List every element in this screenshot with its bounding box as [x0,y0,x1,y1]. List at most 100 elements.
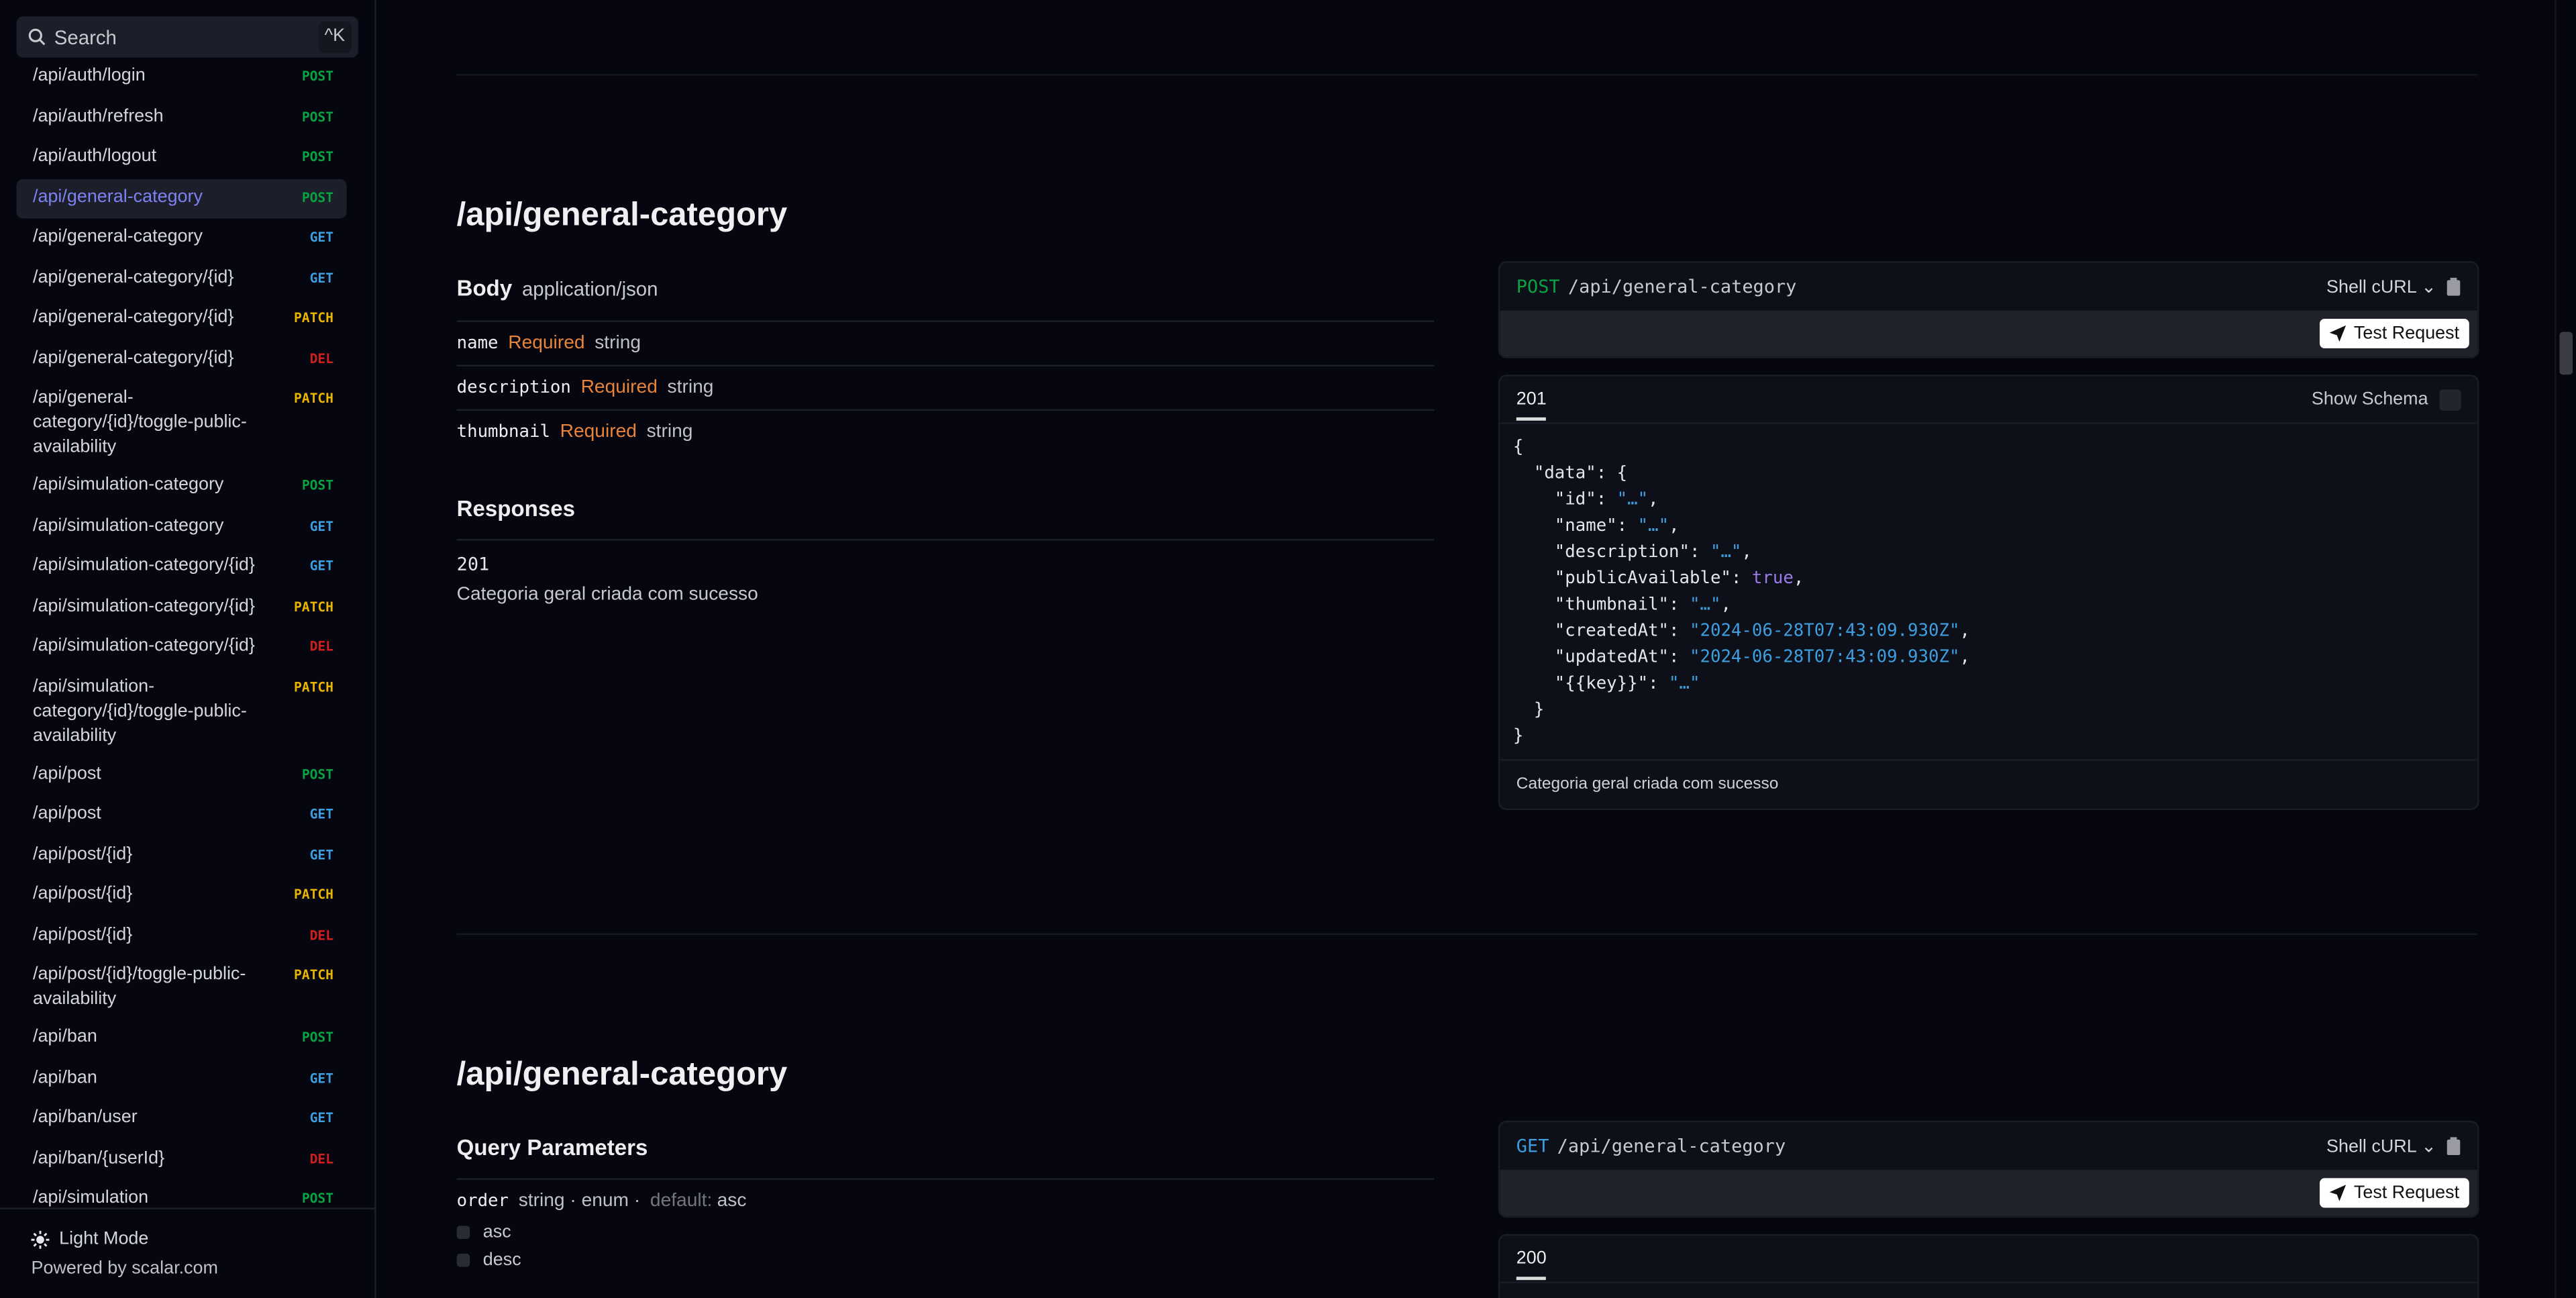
method-badge: DEL [309,350,334,366]
light-mode-label: Light Mode [59,1229,149,1249]
search-input[interactable]: Search ^K [16,16,358,58]
sidebar-item[interactable]: /api/simulation-category/{id} GET [16,547,346,587]
sidebar-item[interactable]: /api/ban POST [16,1019,346,1059]
sidebar-item[interactable]: /api/general-category/{id} PATCH [16,299,346,340]
method-badge: GET [309,1070,334,1086]
sidebar-item-path: /api/general-category/{id}/toggle-public… [32,387,247,457]
client-select[interactable]: Shell cURL ⌄ [2326,1136,2436,1157]
sidebar-item-path: /api/ban [32,1067,97,1087]
sidebar-item[interactable]: /api/simulation-category/{id} DEL [16,628,346,668]
sidebar-item[interactable]: /api/general-category GET [16,219,346,259]
sidebar-item-path: /api/post/{id} [32,844,133,864]
sidebar-item-path: /api/post/{id}/toggle-public-availabilit… [32,964,246,1009]
enum-option[interactable]: desc [456,1246,1435,1274]
method-badge: GET [309,270,334,285]
body-field: name Required string [456,320,1435,364]
scrollbar-thumb[interactable] [2559,332,2573,375]
response-tab-201[interactable]: 201 [1516,389,1547,421]
sidebar-item[interactable]: /api/auth/logout POST [16,138,346,179]
sidebar-footer: Light Mode Powered by scalar.com [0,1207,375,1298]
method-badge: GET [309,230,334,245]
sidebar-item-path: /api/auth/login [32,65,146,86]
scrollbar[interactable] [2555,0,2576,1298]
request-body: Body application/json name Required string d… [456,276,1435,605]
request-panel: GET /api/general-category Shell cURL ⌄ T… [1498,1120,2479,1218]
sidebar-item[interactable]: /api/post GET [16,795,346,836]
sidebar-item-path: /api/post [32,803,101,823]
sidebar-item[interactable]: /api/post/{id} PATCH [16,876,346,916]
sidebar-item-path: /api/post [32,763,101,783]
sidebar-item[interactable]: /api/ban/user GET [16,1099,346,1140]
query-parameters: Query Parameters order string · enum · def… [456,1136,1435,1274]
body-label: Body [456,276,513,301]
client-label: Shell cURL [2326,1137,2416,1157]
clipboard-icon[interactable] [2446,277,2461,296]
sidebar-item[interactable]: /api/general-category/{id}/toggle-public… [16,380,346,467]
required-badge: Required [580,378,658,398]
required-badge: Required [508,334,585,354]
method-badge: POST [301,149,334,164]
sidebar-item[interactable]: /api/post/{id} GET [16,836,346,876]
sidebar-item[interactable]: /api/general-category POST [16,178,347,219]
divider [456,933,2478,936]
method-badge: PATCH [294,968,334,983]
request-path: /api/general-category [1557,1135,1786,1157]
sidebar-item[interactable]: /api/simulation-category/{id}/toggle-pub… [16,668,346,755]
responses-label: Responses [456,496,575,521]
sidebar-item[interactable]: /api/auth/refresh POST [16,98,346,138]
sidebar-item-path: /api/ban [32,1027,97,1047]
sidebar-item[interactable]: /api/general-category/{id} GET [16,259,346,299]
method-badge: POST [301,478,334,493]
show-schema-checkbox[interactable] [2439,389,2461,410]
sidebar-item[interactable]: /api/post POST [16,755,346,795]
request-panel: POST /api/general-category Shell cURL ⌄ … [1498,261,2479,358]
sidebar-nav: /api/auth/login POST/api/auth/refresh POST… [16,58,347,1220]
sidebar-item[interactable]: /api/ban GET [16,1059,346,1099]
method-badge: DEL [309,639,334,654]
enum-option[interactable]: asc [456,1217,1435,1246]
request-method: POST [1516,276,1560,298]
sidebar-item[interactable]: /api/post/{id}/toggle-public-availabilit… [16,956,346,1019]
method-badge: POST [301,109,334,124]
sidebar-item-path: /api/simulation-category [32,475,224,495]
client-select[interactable]: Shell cURL ⌄ [2326,276,2436,297]
test-request-button[interactable]: Test Request [2319,1178,2469,1208]
sidebar-item[interactable]: /api/simulation-category GET [16,507,346,547]
method-badge: PATCH [294,391,334,406]
response-footer: Categoria geral criada com sucesso [1500,759,2478,808]
body-content-type: application/json [521,277,658,301]
sidebar-item[interactable]: /api/ban/{userId} DEL [16,1140,346,1180]
powered-by-link[interactable]: Powered by scalar.com [32,1258,218,1278]
sidebar-item[interactable]: /api/simulation-category POST [16,466,346,507]
field-name: name [456,334,499,354]
sidebar-item-path: /api/auth/logout [32,146,157,166]
divider [456,74,2478,76]
sidebar-item-path: /api/general-category [32,226,203,247]
sidebar-item-path: /api/simulation-category [32,515,224,535]
sidebar-item[interactable]: /api/general-category/{id} DEL [16,340,346,380]
sidebar-item[interactable]: /api/auth/login POST [16,58,346,98]
show-schema-label: Show Schema [2311,389,2428,409]
method-badge: POST [301,189,334,205]
test-request-button[interactable]: Test Request [2319,318,2469,349]
search-icon [28,28,46,46]
method-badge: PATCH [294,599,334,614]
method-badge: GET [309,558,334,574]
method-badge: DEL [309,928,334,943]
option-checkbox[interactable] [456,1252,470,1266]
method-badge: GET [309,807,334,822]
sidebar-item[interactable]: /api/simulation-category/{id} PATCH [16,587,346,628]
sidebar-item-path: /api/simulation-category/{id} [32,636,255,656]
clipboard-icon[interactable] [2446,1137,2461,1156]
light-mode-toggle[interactable]: Light Mode [31,1229,149,1249]
body-field: thumbnail Required string [456,409,1435,454]
search-placeholder: Search [54,25,117,49]
sidebar-item[interactable]: /api/post/{id} DEL [16,916,346,956]
request-method: GET [1516,1135,1549,1157]
response-tab-200[interactable]: 200 [1516,1249,1547,1281]
sidebar-item-path: /api/post/{id} [32,924,133,944]
sidebar-item-path: /api/post/{id} [32,884,133,904]
option-checkbox[interactable] [456,1225,470,1238]
send-icon [2329,325,2346,342]
method-badge: PATCH [294,310,334,326]
